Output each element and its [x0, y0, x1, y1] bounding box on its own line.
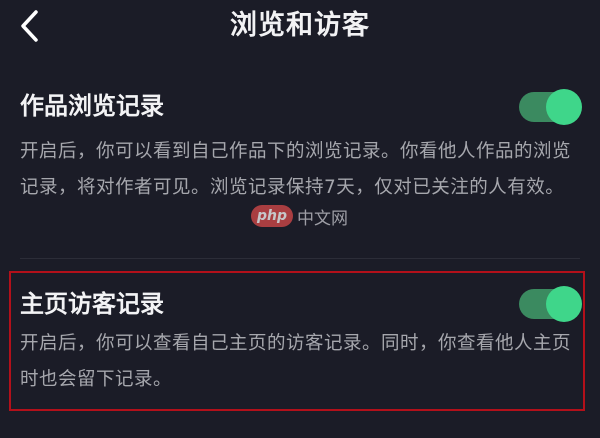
watermark-badge: php [251, 205, 294, 227]
homepage-visitor-record-description: 开启后，你可以查看自己主页的访客记录。同时，你查看他人主页时也会留下记录。 [20, 333, 572, 390]
page-title: 浏览和访客 [230, 10, 370, 41]
toggle-knob [546, 89, 582, 125]
homepage-visitor-record-setting: 主页访客记录 开启后，你可以查看自己主页的访客记录。同时，你查看他人主页时也会留… [0, 270, 600, 412]
section-divider [20, 258, 580, 259]
works-browse-record-toggle[interactable] [519, 89, 582, 125]
toggle-knob [546, 286, 582, 322]
site-watermark: php 中文网 [251, 203, 348, 229]
homepage-visitor-record-title: 主页访客记录 [20, 290, 164, 318]
nav-bar: 浏览和访客 [0, 0, 600, 56]
homepage-visitor-record-toggle[interactable] [519, 286, 582, 322]
works-browse-record-description: 开启后，你可以看到自己作品下的浏览记录。你看他人作品的浏览记录，将对作者可见。浏… [20, 141, 572, 198]
watermark-text: 中文网 [297, 208, 349, 229]
works-browse-record-title: 作品浏览记录 [20, 92, 164, 120]
